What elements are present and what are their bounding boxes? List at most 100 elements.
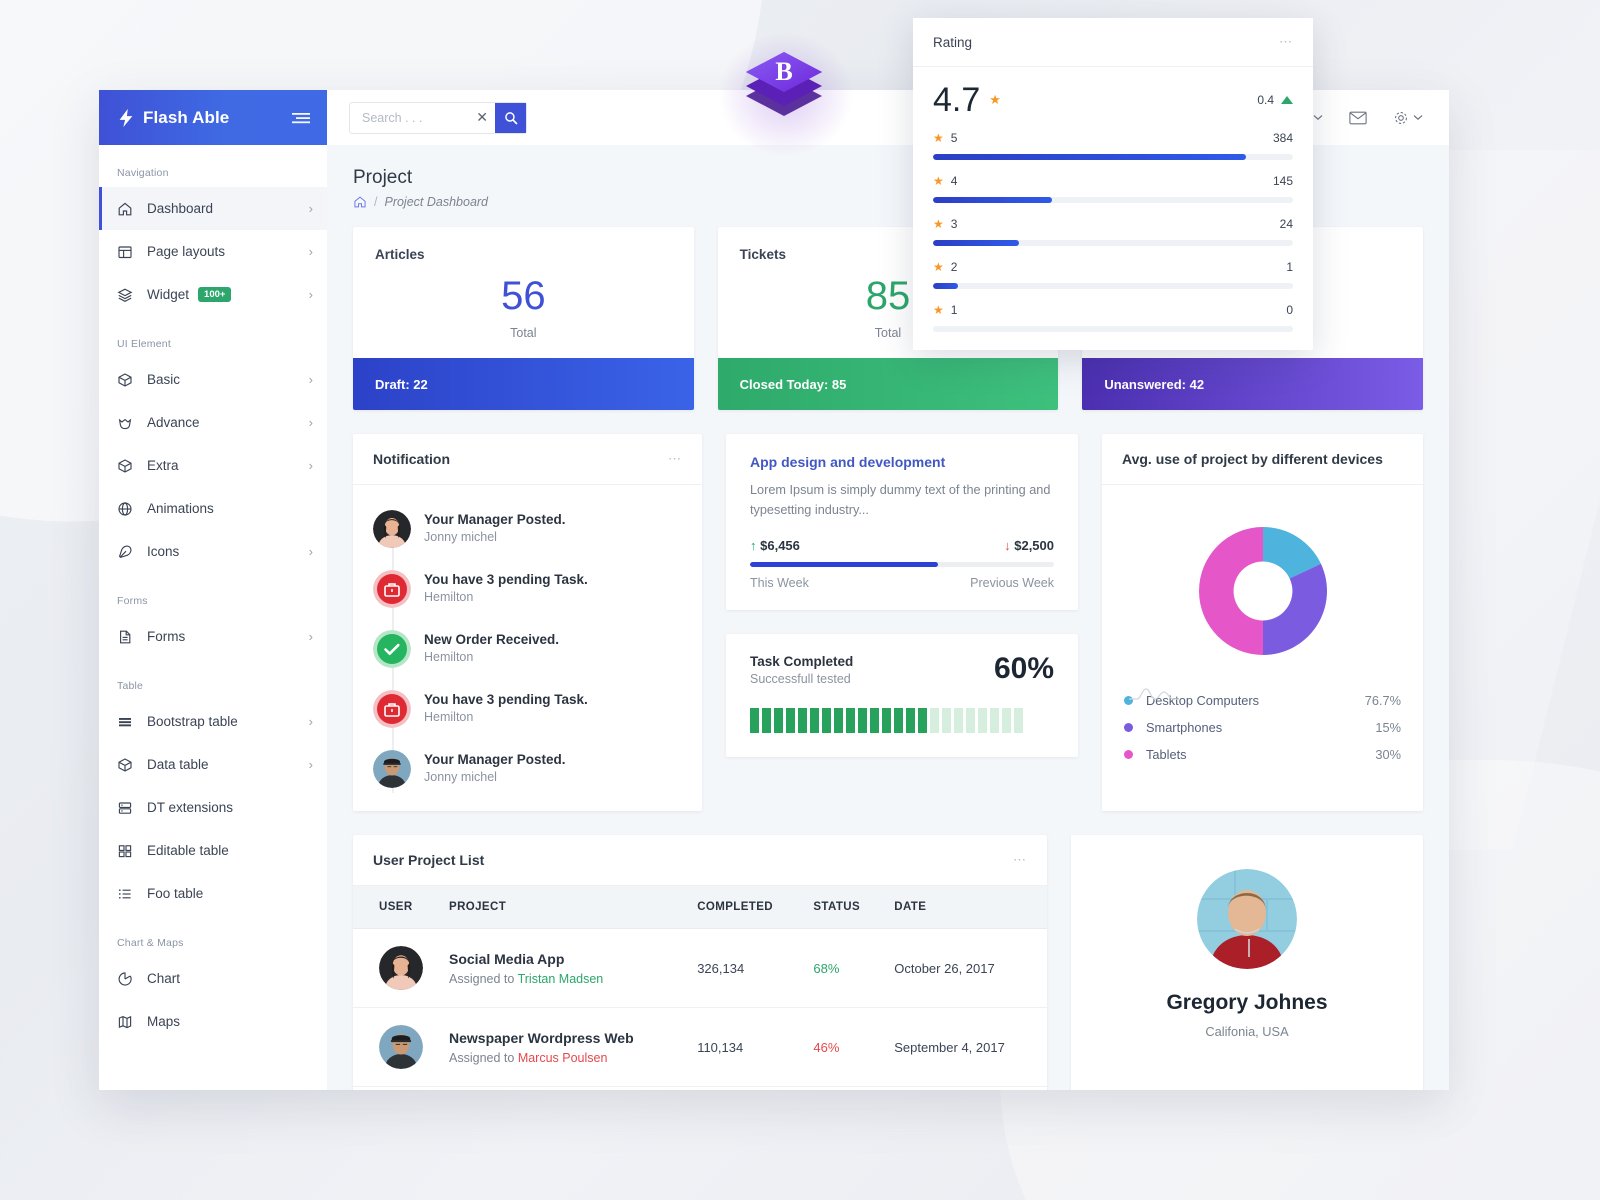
legend-value: 15%: [1375, 720, 1401, 735]
project-card-title[interactable]: App design and development: [750, 454, 1054, 470]
sidebar-item-advance[interactable]: Advance ›: [99, 401, 327, 444]
task-tick: [846, 708, 855, 734]
more-horizontal-icon[interactable]: ⋯: [668, 451, 682, 467]
search-box[interactable]: ✕: [349, 101, 527, 134]
device-card-body: Desktop Computers 76.7% Smartphones 15% Tabl…: [1102, 485, 1423, 811]
project-name: Newspaper Wordpress Web: [449, 1029, 634, 1046]
sidebar-item-chart[interactable]: Chart: [99, 957, 327, 1000]
task-tick: [762, 708, 771, 734]
breadcrumb-current[interactable]: Project Dashboard: [384, 195, 488, 209]
table-row[interactable]: Dashboard UI Kit DesignAssigned to Felix…: [353, 1086, 1047, 1090]
bootstrap-logo: B: [736, 40, 832, 136]
sidebar-badge: 100+: [198, 286, 232, 303]
sidebar-item-dt-extensions[interactable]: DT extensions: [99, 786, 327, 829]
table-cell-user: [353, 928, 439, 1008]
server-icon: [117, 800, 137, 816]
menu-toggle-icon[interactable]: [291, 111, 311, 125]
sidebar-item-page-layouts[interactable]: Page layouts ›: [99, 230, 327, 273]
stat-card-footer-label: Closed Today: 85: [739, 376, 847, 392]
task-percent: 60%: [993, 652, 1054, 686]
chevron-right-icon: ›: [308, 201, 313, 216]
briefcase-icon: [373, 690, 411, 728]
more-horizontal-icon[interactable]: ⋯: [1279, 34, 1293, 50]
task-tick: [930, 708, 939, 734]
notification-item-title: You have 3 pending Task.: [424, 572, 588, 587]
table-cell-date: November 14, 2017: [884, 1086, 1047, 1090]
sidebar-item-editable-table[interactable]: Editable table: [99, 829, 327, 872]
rating-summary: 4.7 ★ 0.4: [933, 83, 1293, 117]
task-tick: [822, 708, 831, 734]
stat-card-top: Articles 56 Total: [353, 227, 694, 358]
sidebar-item-dashboard[interactable]: Dashboard ›: [99, 187, 327, 230]
rating-star-label: 1: [950, 303, 958, 317]
table-row[interactable]: Newspaper Wordpress Web Assigned to Marcu…: [353, 1007, 1047, 1087]
down-value-text: $2,500: [1014, 538, 1054, 554]
more-horizontal-icon[interactable]: ⋯: [1013, 852, 1027, 868]
rating-star-label: 3: [950, 217, 958, 231]
donut-chart: [1124, 501, 1401, 669]
project-progress-bar: [750, 562, 1054, 568]
stat-card-footer-label: Unanswered: 42: [1104, 376, 1205, 392]
sidebar-item-extra[interactable]: Extra ›: [99, 444, 327, 487]
chevron-right-icon: ›: [308, 544, 313, 559]
gear-icon[interactable]: [1393, 110, 1423, 126]
table-row[interactable]: Social Media App Assigned to Tristan Mads…: [353, 928, 1047, 1008]
task-tick: [834, 708, 843, 734]
project-name: Social Media App: [449, 950, 565, 967]
chevron-right-icon: ›: [308, 415, 313, 430]
sidebar-item-label: Chart: [147, 971, 181, 986]
sidebar-item-basic[interactable]: Basic ›: [99, 358, 327, 401]
notification-item[interactable]: Your Manager Posted. Jonny michel: [373, 741, 682, 801]
layers-icon: [117, 287, 137, 303]
sidebar-caption-chart-maps: Chart & Maps: [117, 937, 184, 949]
cat-icon: [117, 415, 137, 431]
notification-item[interactable]: You have 3 pending Task. Hemilton: [373, 561, 682, 621]
sidebar-item-label: Data table: [147, 757, 209, 772]
chevron-right-icon: ›: [308, 714, 313, 729]
sidebar-item-maps[interactable]: Maps: [99, 1000, 327, 1043]
donut-slice-1: [1262, 563, 1327, 655]
search-input[interactable]: [362, 110, 470, 125]
notification-item[interactable]: Your Manager Posted. Jonny michel: [373, 501, 682, 561]
sidebar-item-bootstrap-table[interactable]: Bootstrap table ›: [99, 700, 327, 743]
notification-item[interactable]: New Order Received. Hemilton: [373, 621, 682, 681]
sidebar-item-foo-table[interactable]: Foo table: [99, 872, 327, 915]
notification-item-subtitle: Hemilton: [424, 650, 474, 664]
feather-icon: [117, 544, 137, 560]
star-icon: ★: [933, 303, 944, 317]
notification-item-title: Your Manager Posted.: [424, 752, 566, 767]
home-icon[interactable]: [353, 195, 367, 209]
sidebar-item-label: Widget: [147, 287, 190, 302]
table-col-date: DATE: [884, 886, 1047, 929]
table-cell-status: 31%: [803, 1086, 885, 1090]
close-icon[interactable]: ✕: [469, 109, 495, 126]
rating-bar: [933, 197, 1293, 203]
chevron-right-icon: ›: [308, 287, 313, 302]
arrow-down-icon: ↓: [1004, 538, 1011, 554]
search-icon[interactable]: [495, 102, 526, 133]
notification-item-title: Your Manager Posted.: [424, 512, 566, 527]
star-icon: ★: [933, 174, 944, 188]
rating-row: ★ 2 1: [933, 260, 1293, 289]
table-cell-user: [353, 1086, 439, 1090]
notification-item[interactable]: You have 3 pending Task. Hemilton: [373, 681, 682, 741]
rating-star-label: 4: [950, 174, 958, 188]
task-tick: [954, 708, 963, 734]
box-icon: [117, 757, 137, 773]
sparkline-icon: [1128, 685, 1180, 703]
sidebar-caption-forms: Forms: [117, 595, 148, 607]
sidebar-item-animations[interactable]: Animations: [99, 487, 327, 530]
assignee-name[interactable]: Tristan Madsen: [518, 972, 604, 986]
sidebar-item-widget[interactable]: Widget 100+ ›: [99, 273, 327, 316]
task-tick: [990, 708, 999, 734]
assignee-name[interactable]: Marcus Poulsen: [518, 1051, 608, 1065]
notification-item-subtitle: Hemilton: [424, 590, 474, 604]
sidebar-item-label: Maps: [147, 1014, 181, 1029]
task-tick: [882, 708, 891, 734]
sidebar-item-forms[interactable]: Forms ›: [99, 615, 327, 658]
mail-icon[interactable]: [1349, 111, 1367, 125]
rating-title: Rating: [933, 34, 973, 50]
briefcase-icon: [373, 570, 411, 608]
sidebar-item-icons[interactable]: Icons ›: [99, 530, 327, 573]
sidebar-item-data-table[interactable]: Data table ›: [99, 743, 327, 786]
